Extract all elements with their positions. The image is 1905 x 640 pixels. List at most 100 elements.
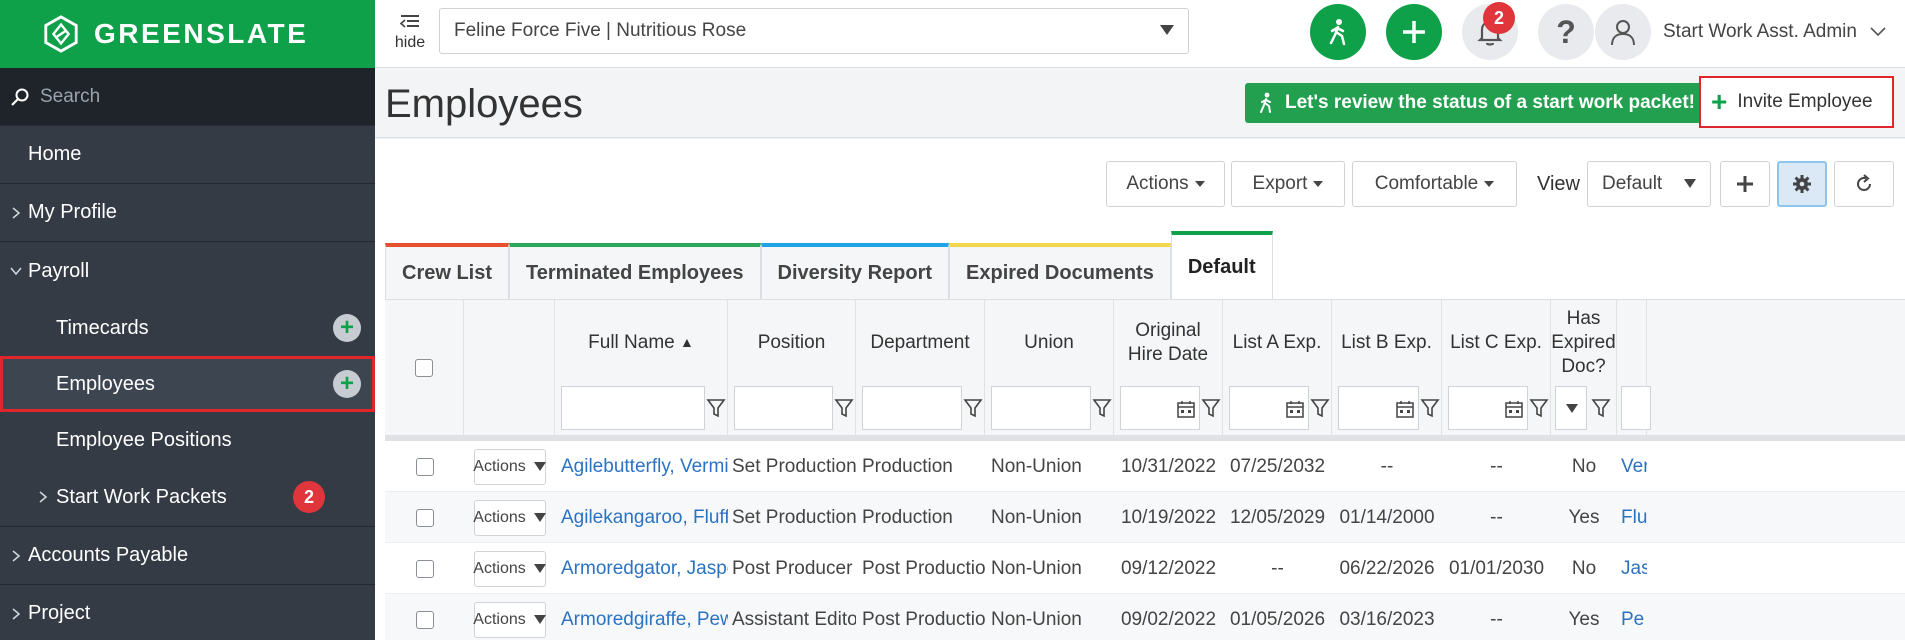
column-list-b-exp[interactable]: List B Exp.	[1332, 300, 1442, 435]
review-start-work-packet-button[interactable]: Let's review the status of a start work …	[1245, 83, 1709, 123]
cell-value: Yes	[1568, 608, 1600, 630]
select-all-checkbox[interactable]	[415, 358, 433, 377]
search-input[interactable]	[40, 85, 360, 108]
sidebar-item-employee-positions[interactable]: Employee Positions	[0, 412, 375, 468]
filter-input[interactable]	[862, 386, 962, 430]
column-union[interactable]: Union	[985, 300, 1114, 435]
filter-icon[interactable]	[834, 397, 854, 419]
tab-expired-documents[interactable]: Expired Documents	[949, 243, 1171, 299]
row-actions-button[interactable]: Actions	[473, 601, 546, 638]
cell-value[interactable]: Armoredgiraffe, Pew...	[561, 609, 728, 631]
hide-sidebar-button[interactable]: hide	[393, 14, 427, 52]
calendar-icon[interactable]	[1395, 399, 1415, 419]
table-row: Actions Agilekangaroo, Fluffy Set Producti…	[385, 492, 1905, 543]
row-checkbox[interactable]	[415, 457, 434, 476]
cell-position: Post Producer	[728, 543, 856, 594]
cell-position: Assistant Editor	[728, 594, 856, 640]
sidebar-item-start-work-packets[interactable]: Start Work Packets 2	[0, 468, 375, 526]
cell-value[interactable]: Jas	[1621, 558, 1647, 580]
filter-select[interactable]	[1555, 386, 1587, 430]
actions-dropdown-button[interactable]: Actions	[1106, 161, 1225, 207]
user-menu[interactable]: Start Work Asst. Admin	[1595, 4, 1887, 60]
view-select[interactable]: Default	[1587, 161, 1711, 207]
row-actions-button[interactable]: Actions	[473, 550, 546, 587]
cell-extra[interactable]: Pe	[1617, 594, 1647, 640]
project-select[interactable]: Feline Force Five | Nutritious Rose	[439, 8, 1189, 54]
row-actions-button[interactable]: Actions	[473, 448, 546, 485]
export-dropdown-button[interactable]: Export	[1231, 161, 1345, 207]
row-actions-button[interactable]: Actions	[473, 499, 546, 536]
tab-terminated-employees[interactable]: Terminated Employees	[509, 243, 761, 299]
filter-input[interactable]	[991, 386, 1091, 430]
sidebar-item-my-profile[interactable]: My Profile	[0, 184, 375, 242]
cell-value: Post Production	[862, 557, 985, 579]
filter-icon[interactable]	[1310, 397, 1330, 419]
column-original-hire-date[interactable]: Original Hire Date	[1114, 300, 1223, 435]
settings-button[interactable]	[1777, 161, 1827, 207]
column-has-expired-doc[interactable]: Has Expired Doc?	[1551, 300, 1617, 435]
cell-union: Non-Union	[985, 492, 1114, 543]
density-dropdown-button[interactable]: Comfortable	[1352, 161, 1517, 207]
sidebar-item-home[interactable]: Home	[0, 126, 375, 184]
cell-name[interactable]: Armoredgiraffe, Pew...	[555, 594, 728, 640]
cell-value[interactable]: Agilekangaroo, Fluffy	[561, 507, 728, 529]
tab-default[interactable]: Default	[1170, 231, 1273, 299]
cell-extra[interactable]: Ver	[1617, 441, 1647, 492]
cell-value[interactable]: Ver	[1621, 456, 1647, 478]
invite-employee-button[interactable]: + Invite Employee	[1699, 76, 1894, 128]
cell-extra[interactable]: Flu	[1617, 492, 1647, 543]
filter-icon[interactable]	[963, 397, 983, 419]
tab-diversity-report[interactable]: Diversity Report	[760, 243, 950, 299]
add-view-button[interactable]	[1720, 161, 1770, 207]
row-actions-label: Actions	[473, 559, 526, 577]
row-checkbox[interactable]	[415, 559, 434, 578]
add-employee-icon[interactable]: +	[333, 370, 361, 398]
cell-extra[interactable]: Jas	[1617, 543, 1647, 594]
column-label: List B Exp.	[1341, 332, 1432, 354]
column-full-name[interactable]: Full Name ▲	[555, 300, 728, 435]
column-department[interactable]: Department	[856, 300, 985, 435]
help-button[interactable]: ?	[1538, 4, 1594, 60]
filter-icon[interactable]	[706, 397, 726, 419]
calendar-icon[interactable]	[1504, 399, 1524, 419]
filter-icon[interactable]	[1201, 397, 1221, 419]
calendar-icon[interactable]	[1176, 399, 1196, 419]
cell-name[interactable]: Agilebutterfly, Vermil...	[555, 441, 728, 492]
add-new-button[interactable]	[1386, 4, 1442, 60]
tab-crew-list[interactable]: Crew List	[385, 243, 510, 299]
brand-bar[interactable]: GREENSLATE	[0, 0, 375, 68]
filter-input[interactable]	[734, 386, 833, 430]
cell-value[interactable]: Pe	[1621, 609, 1644, 631]
sidebar-item-accounts-payable[interactable]: Accounts Payable	[0, 527, 375, 585]
column-list-c-exp[interactable]: List C Exp.	[1442, 300, 1551, 435]
dropdown-arrow-icon	[533, 564, 546, 573]
calendar-icon[interactable]	[1285, 399, 1305, 419]
column-position[interactable]: Position	[728, 300, 856, 435]
filter-icon[interactable]	[1420, 397, 1440, 419]
sidebar-item-payroll[interactable]: Payroll	[0, 242, 375, 300]
cell-name[interactable]: Armoredgator, Jasper	[555, 543, 728, 594]
sidebar-item-employees[interactable]: Employees +	[0, 356, 375, 412]
filter-icon[interactable]	[1591, 397, 1611, 419]
cell-name[interactable]: Agilekangaroo, Fluffy	[555, 492, 728, 543]
cell-value[interactable]: Flu	[1621, 507, 1647, 529]
row-checkbox[interactable]	[415, 610, 434, 629]
cell-department: Post Production	[856, 594, 985, 640]
filter-icon[interactable]	[1092, 397, 1112, 419]
sidebar-item-timecards[interactable]: Timecards +	[0, 300, 375, 356]
start-work-button[interactable]	[1310, 4, 1366, 60]
column-list-a-exp[interactable]: List A Exp.	[1223, 300, 1332, 435]
cell-value[interactable]: Agilebutterfly, Vermil...	[561, 456, 728, 478]
sidebar-item-project[interactable]: Project	[0, 585, 375, 640]
filter-input[interactable]	[1621, 386, 1651, 430]
filter-icon[interactable]	[1529, 397, 1549, 419]
notification-count-badge: 2	[1483, 2, 1515, 34]
add-timecard-icon[interactable]: +	[333, 314, 361, 342]
filter-input[interactable]	[561, 386, 705, 430]
refresh-button[interactable]	[1834, 161, 1894, 207]
column-label: List A Exp.	[1232, 332, 1322, 354]
start-work-packets-badge: 2	[293, 481, 325, 513]
row-checkbox[interactable]	[415, 508, 434, 527]
cell-value[interactable]: Armoredgator, Jasper	[561, 558, 728, 580]
column-overflow	[1617, 300, 1651, 435]
